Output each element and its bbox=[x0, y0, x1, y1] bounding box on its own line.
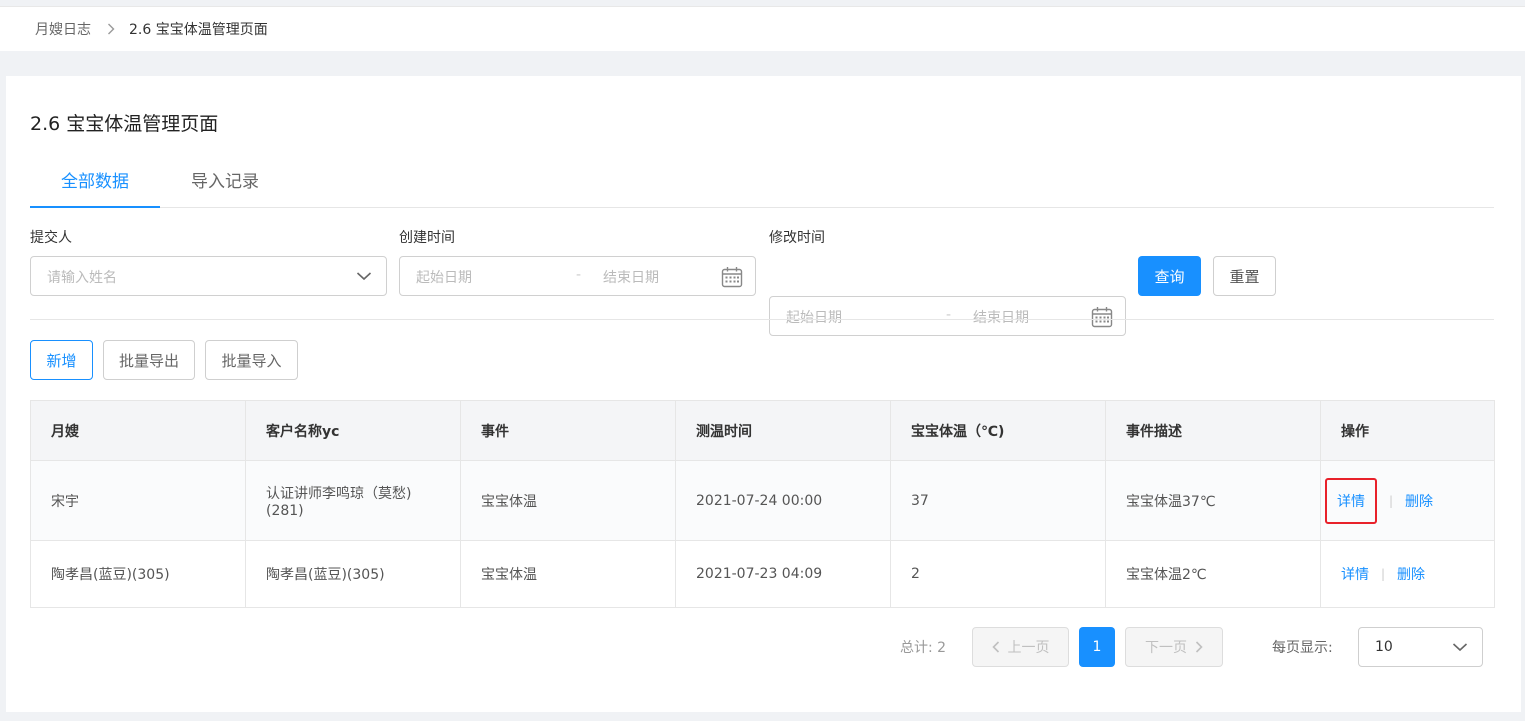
batch-export-button[interactable]: 批量导出 bbox=[103, 340, 195, 380]
action-separator: | bbox=[1381, 567, 1386, 581]
created-date-range[interactable]: 起始日期 - 结束日期 bbox=[399, 256, 756, 296]
column-header-nanny: 月嫂 bbox=[30, 400, 246, 461]
tab-import-records[interactable]: 导入记录 bbox=[160, 161, 290, 208]
data-table: 月嫂 客户名称yc 事件 测温时间 宝宝体温（℃) 事件描述 操作 宋宇 认证讲… bbox=[30, 400, 1495, 608]
cell-event: 宝宝体温 bbox=[460, 460, 676, 541]
column-header-actions: 操作 bbox=[1320, 400, 1495, 461]
delete-link[interactable]: 删除 bbox=[1397, 564, 1425, 584]
calendar-icon[interactable] bbox=[721, 266, 743, 292]
query-button[interactable]: 查询 bbox=[1138, 256, 1201, 296]
cell-temperature: 37 bbox=[890, 460, 1106, 541]
per-page-label: 每页显示: bbox=[1272, 640, 1333, 656]
created-time-label: 创建时间 bbox=[399, 230, 455, 246]
table-row: 宋宇 认证讲师李鸣琼（莫愁)(281) 宝宝体温 2021-07-24 00:0… bbox=[30, 460, 1495, 541]
modified-date-range[interactable]: 起始日期 - 结束日期 bbox=[769, 296, 1126, 336]
column-header-description: 事件描述 bbox=[1105, 400, 1321, 461]
detail-highlight-box: 详情 bbox=[1325, 477, 1377, 524]
detail-link[interactable]: 详情 bbox=[1337, 494, 1365, 510]
chevron-down-icon bbox=[356, 268, 372, 288]
page-number-button[interactable]: 1 bbox=[1079, 627, 1115, 667]
breadcrumb-current: 2.6 宝宝体温管理页面 bbox=[129, 22, 268, 38]
cell-time: 2021-07-24 00:00 bbox=[675, 460, 891, 541]
prev-page-label: 上一页 bbox=[1007, 640, 1050, 656]
range-separator: - bbox=[946, 307, 952, 323]
cell-customer: 陶孝昌(蓝豆)(305) bbox=[245, 540, 461, 608]
cell-nanny: 陶孝昌(蓝豆)(305) bbox=[30, 540, 246, 608]
chevron-down-icon bbox=[1452, 639, 1468, 659]
tab-all-data[interactable]: 全部数据 bbox=[30, 161, 160, 208]
delete-link[interactable]: 删除 bbox=[1405, 491, 1433, 511]
chevron-left-icon bbox=[991, 641, 1000, 653]
detail-link[interactable]: 详情 bbox=[1341, 564, 1369, 584]
per-page-value: 10 bbox=[1375, 639, 1393, 655]
breadcrumb-home-link[interactable]: 月嫂日志 bbox=[35, 19, 91, 39]
cell-event: 宝宝体温 bbox=[460, 540, 676, 608]
cell-time: 2021-07-23 04:09 bbox=[675, 540, 891, 608]
submitter-placeholder: 请输入姓名 bbox=[47, 270, 117, 286]
breadcrumb: 月嫂日志 2.6 宝宝体温管理页面 bbox=[0, 7, 1525, 51]
range-separator: - bbox=[576, 267, 582, 283]
column-header-customer: 客户名称yc bbox=[245, 400, 461, 461]
modified-start-date[interactable]: 起始日期 bbox=[786, 307, 842, 327]
cell-actions: 详情 | 删除 bbox=[1320, 460, 1495, 541]
column-header-temperature: 宝宝体温（℃) bbox=[890, 400, 1106, 461]
reset-button[interactable]: 重置 bbox=[1213, 256, 1276, 296]
chevron-right-icon bbox=[1195, 641, 1203, 653]
pagination-total: 总计: 2 bbox=[900, 640, 947, 656]
cell-description: 宝宝体温2℃ bbox=[1105, 540, 1321, 608]
next-page-button[interactable]: 下一页 bbox=[1125, 627, 1223, 667]
cell-description: 宝宝体温37℃ bbox=[1105, 460, 1321, 541]
add-button[interactable]: 新增 bbox=[30, 340, 93, 380]
divider bbox=[30, 319, 1494, 320]
cell-actions: 详情 | 删除 bbox=[1320, 540, 1495, 608]
column-header-time: 测温时间 bbox=[675, 400, 891, 461]
tab-bar: 全部数据 导入记录 bbox=[30, 161, 1494, 208]
created-start-date[interactable]: 起始日期 bbox=[416, 267, 472, 287]
modified-end-date[interactable]: 结束日期 bbox=[973, 307, 1029, 327]
batch-import-button[interactable]: 批量导入 bbox=[205, 340, 298, 380]
cell-nanny: 宋宇 bbox=[30, 460, 246, 541]
page-title: 2.6 宝宝体温管理页面 bbox=[30, 113, 219, 135]
table-row: 陶孝昌(蓝豆)(305) 陶孝昌(蓝豆)(305) 宝宝体温 2021-07-2… bbox=[30, 540, 1495, 608]
cell-customer: 认证讲师李鸣琼（莫愁)(281) bbox=[245, 460, 461, 541]
chevron-right-icon bbox=[107, 23, 115, 35]
modified-time-label: 修改时间 bbox=[769, 230, 825, 246]
submitter-label: 提交人 bbox=[30, 230, 72, 246]
prev-page-button[interactable]: 上一页 bbox=[972, 627, 1069, 667]
table-header-row: 月嫂 客户名称yc 事件 测温时间 宝宝体温（℃) 事件描述 操作 bbox=[30, 400, 1495, 461]
column-header-event: 事件 bbox=[460, 400, 676, 461]
bottom-strip bbox=[0, 712, 1525, 721]
created-end-date[interactable]: 结束日期 bbox=[603, 267, 659, 287]
per-page-select[interactable]: 10 bbox=[1358, 627, 1483, 667]
next-page-label: 下一页 bbox=[1145, 640, 1187, 656]
submitter-select[interactable]: 请输入姓名 bbox=[30, 256, 387, 296]
main-card: 2.6 宝宝体温管理页面 全部数据 导入记录 提交人 创建时间 修改时间 请输入… bbox=[6, 76, 1521, 712]
cell-temperature: 2 bbox=[890, 540, 1106, 608]
action-separator: | bbox=[1389, 493, 1394, 508]
